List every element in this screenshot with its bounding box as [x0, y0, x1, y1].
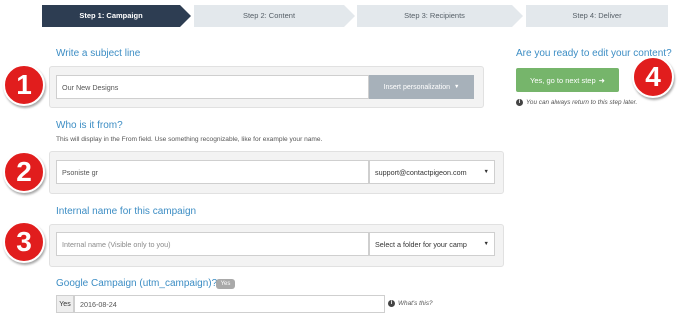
step-number-badge-1: 1 — [3, 64, 45, 106]
from-name-input[interactable]: Psoniste gr — [56, 160, 369, 184]
utm-campaign-input[interactable]: 2016-08-24 — [74, 295, 385, 313]
step-deliver[interactable]: Step 4: Deliver — [526, 5, 668, 27]
campaign-stepper: Step 1: Campaign Step 2: Content Step 3:… — [42, 5, 668, 27]
step-number-badge-3: 3 — [3, 221, 45, 263]
folder-select-value: Select a folder for your camp — [375, 239, 467, 249]
caret-down-icon: ▼ — [454, 84, 460, 90]
next-step-button[interactable]: Yes, go to next step ➜ — [516, 68, 619, 92]
info-icon: i — [388, 300, 395, 307]
subject-input[interactable]: Our New Designs — [56, 75, 369, 99]
caret-down-icon: ▼ — [483, 241, 489, 247]
google-yes-addon[interactable]: Yes — [56, 295, 74, 313]
whats-this-label: What's this? — [398, 300, 433, 307]
insert-personalization-label: Insert personalization — [383, 83, 451, 91]
next-step-label: Yes, go to next step — [530, 75, 596, 85]
step-number-badge-4: 4 — [632, 56, 674, 98]
from-title: Who is it from? — [56, 120, 123, 131]
step-campaign-label: Step 1: Campaign — [79, 11, 143, 20]
google-yes-badge[interactable]: Yes — [216, 279, 235, 289]
step-campaign[interactable]: Step 1: Campaign — [42, 5, 180, 27]
step-deliver-label: Step 4: Deliver — [572, 11, 622, 20]
folder-select[interactable]: Select a folder for your camp ▼ — [369, 232, 495, 256]
step-number-badge-2: 2 — [3, 151, 45, 193]
arrow-right-icon: ➜ — [598, 75, 605, 85]
step-content-label: Step 2: Content — [242, 11, 296, 20]
from-helper-text: This will display in the From field. Use… — [56, 136, 323, 143]
return-hint: i You can always return to this step lat… — [516, 99, 637, 106]
step-separator — [180, 5, 191, 27]
from-email-value: support@contactpigeon.com — [375, 167, 467, 177]
internal-title: Internal name for this campaign — [56, 206, 197, 217]
insert-personalization-button[interactable]: Insert personalization ▼ — [369, 75, 474, 99]
google-title: Google Campaign (utm_campaign)? — [56, 278, 218, 289]
step-separator — [344, 5, 355, 27]
return-hint-text: You can always return to this step later… — [526, 99, 638, 106]
internal-name-input[interactable]: Internal name (Visible only to you) — [56, 232, 369, 256]
subject-title: Write a subject line — [56, 48, 141, 59]
caret-down-icon: ▼ — [483, 169, 489, 175]
whats-this-link[interactable]: i What's this? — [388, 300, 433, 307]
from-email-select[interactable]: support@contactpigeon.com ▼ — [369, 160, 495, 184]
step-recipients[interactable]: Step 3: Recipients — [357, 5, 512, 27]
step-content[interactable]: Step 2: Content — [194, 5, 344, 27]
info-icon: i — [516, 99, 523, 106]
step-recipients-label: Step 3: Recipients — [404, 11, 465, 20]
step-separator — [512, 5, 523, 27]
